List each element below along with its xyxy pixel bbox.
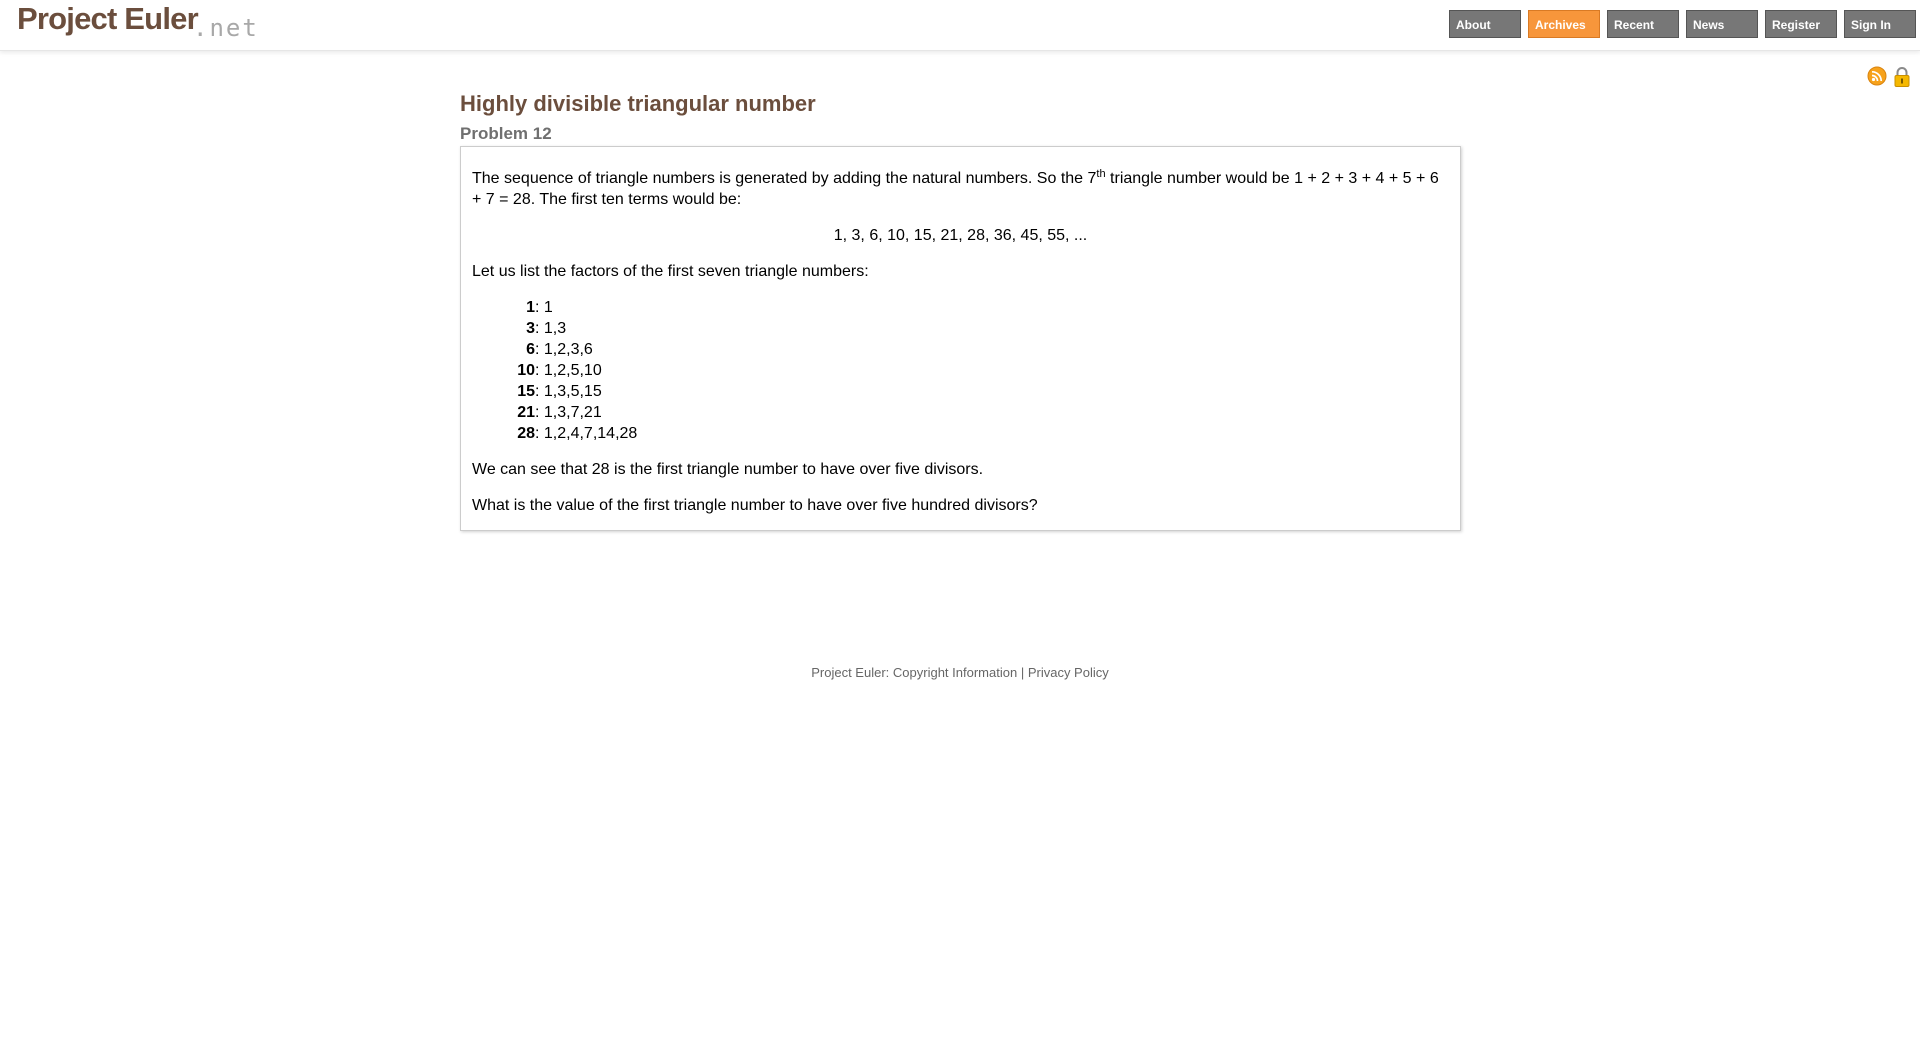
site-logo-suffix[interactable]: .net	[193, 14, 259, 42]
privacy-link[interactable]: Privacy Policy	[1028, 665, 1109, 680]
header-bar: Project Euler .net About Archives Recent…	[0, 0, 1920, 51]
nav-about-button[interactable]: About	[1449, 10, 1521, 38]
triangle-sequence: 1, 3, 6, 10, 15, 21, 28, 36, 45, 55, ...	[833, 227, 1088, 244]
problem-statement: The sequence of triangle numbers is gene…	[460, 146, 1461, 531]
factors-intro: Let us list the factors of the first sev…	[472, 263, 869, 280]
nav-recent-button[interactable]: Recent	[1607, 10, 1679, 38]
main-nav: About Archives Recent News Register Sign…	[1449, 10, 1916, 38]
factor-row: 15: 1,3,5,15	[517, 383, 602, 400]
nav-news-button[interactable]: News	[1686, 10, 1758, 38]
copyright-link[interactable]: Copyright Information	[893, 665, 1017, 680]
problem-observation: We can see that 28 is the first triangle…	[472, 461, 984, 478]
utility-icons	[1867, 66, 1914, 88]
site-logo[interactable]: Project Euler	[17, 1, 199, 37]
factor-row: 1: 1	[526, 299, 553, 316]
factor-list: 1: 1 3: 1,3 6: 1,2,3,6 10: 1,2,5,10 15: …	[472, 297, 1449, 444]
problem-number: Problem 12	[460, 124, 552, 143]
factor-row: 6: 1,2,3,6	[526, 341, 593, 358]
problem-content: Highly divisible triangular number Probl…	[460, 88, 1461, 531]
footer-separator: |	[1020, 665, 1025, 680]
factor-row: 10: 1,2,5,10	[517, 362, 602, 379]
footer-label: Project Euler:	[811, 665, 890, 680]
nav-sign-in-button[interactable]: Sign In	[1844, 10, 1916, 38]
rss-icon[interactable]	[1867, 66, 1889, 88]
problem-question: What is the value of the first triangle …	[472, 497, 1038, 514]
factor-row: 28: 1,2,4,7,14,28	[517, 425, 638, 442]
factor-row: 3: 1,3	[526, 320, 567, 337]
factor-row: 21: 1,3,7,21	[517, 404, 602, 421]
problem-intro: The sequence of triangle numbers is gene…	[472, 168, 1439, 209]
nav-register-button[interactable]: Register	[1765, 10, 1837, 38]
lock-icon[interactable]	[1892, 66, 1914, 88]
problem-title: Highly divisible triangular number	[460, 91, 816, 116]
nav-archives-button[interactable]: Archives	[1528, 10, 1600, 38]
page-footer: Project Euler: Copyright Information | P…	[0, 665, 1920, 680]
